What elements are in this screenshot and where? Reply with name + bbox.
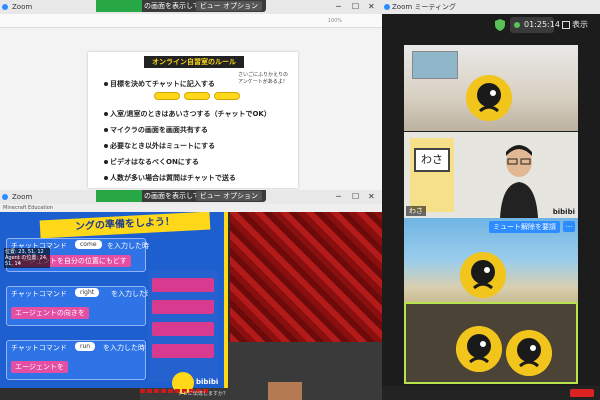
rule-5: ビデオはなるべくONにする [110,158,199,166]
participant-name: わさ [406,206,426,216]
participant-tile[interactable] [404,45,578,131]
agent-position: Agent の位置: 24, 51, 14 [5,255,48,267]
window-title: Zoom [12,193,33,201]
meeting-topbar: 01:25:14 表示 [382,14,600,36]
shield-icon[interactable] [495,19,505,31]
command-card-right: チャットコマンド right を入力した時 エージェントの向きを [6,286,153,326]
card-label: チャットコマンド [11,290,67,298]
maximize-button[interactable]: ☐ [352,190,359,204]
zoom-logo-icon [384,4,390,10]
meeting-timer: 01:25:14 [510,17,560,33]
rule-4: 必要なとき以外はミュートにする [110,142,216,150]
command-chip: run [75,342,96,351]
zoom-share-window-top: Zoom ─ ☐ ✕ の画面を表示しています ビュー オプション 100% オン… [0,0,382,190]
desktop: Zoom ─ ☐ ✕ の画面を表示しています ビュー オプション 100% オン… [0,0,600,400]
player-hand [268,382,302,400]
bullet-icon [104,144,108,148]
close-button[interactable]: ✕ [368,0,375,14]
bullet-icon [104,112,108,116]
brand-text: bibibi [552,208,575,216]
bullet-icon [104,160,108,164]
bullet-icon [104,176,108,180]
screen-share-banner: の画面を表示しています ビュー オプション [96,190,266,202]
code-block [152,278,214,292]
rule-3: マイクラの画面を画面共有する [110,126,208,134]
bibibi-avatar-icon [456,326,502,372]
bullet-icon [104,128,108,132]
rule-6: 人数が多い場合は質問はチャットで送る [110,174,236,182]
survey-note-line-1: さいごにふりかえりの [238,72,289,78]
screen-share-banner: の画面を表示しています ビュー オプション [96,0,266,12]
close-button[interactable]: ✕ [368,190,375,204]
instruction-poster: ングの準備をしよう！ チャットコマンド come を入力した時 エージェントを自… [0,212,228,394]
code-blocks-panel [148,270,218,382]
view-toggle-button[interactable]: 表示 [560,17,598,33]
card-label: チャットコマンド [11,344,67,352]
option-pill [214,92,240,100]
board-text: わさ [414,148,450,172]
command-chip: come [75,240,102,249]
code-block [152,344,214,358]
bibibi-avatar-icon [506,330,552,376]
position-readout: 位置: 23, 51, 12 Agent の位置: 24, 51, 14 [4,248,50,268]
view-options-button[interactable]: ビュー オプション [195,191,262,201]
card-suffix: を入力した時 [111,290,153,298]
zoom-logo-icon [2,194,8,200]
leave-button[interactable] [570,389,594,397]
card-suffix: を入力した時 [103,344,145,352]
poster-title: ングの準備をしよう！ [39,212,211,239]
maximize-button[interactable]: ☐ [352,0,359,14]
ask-to-unmute-button[interactable]: ミュート解除を要請 [489,221,560,233]
zoom-meeting-window: Zoom ミーティング 01:25:14 表示 わさ わさ bibibi ミュー… [382,0,600,400]
code-block [152,322,214,336]
survey-note-line-2: アンケートがあるよ！ [238,79,288,85]
viewer-toolbar: 100% [0,14,382,28]
participant-tile[interactable]: ミュート解除を要請 ... [404,218,578,304]
survey-note: さいごにふりかえりの アンケートがあるよ！ [238,72,288,86]
slide-title: オンライン自習室のルール [144,56,244,68]
presentation-slide: オンライン自習室のルール さいごにふりかえりの アンケートがあるよ！ 目標を決め… [88,52,298,188]
recording-dot-icon [514,22,520,28]
zoom-level[interactable]: 100% [328,14,342,28]
wall-map [412,51,458,79]
rule-1: 目標を決めてチャットに記入する [110,80,215,88]
meeting-controls [382,386,600,400]
more-options-button[interactable]: ... [563,221,575,232]
code-block [152,300,214,314]
view-label: 表示 [572,20,588,29]
card-suffix: を入力した時 [107,242,149,250]
view-options-button[interactable]: ビュー オプション [195,1,262,11]
option-pill [154,92,180,100]
zoom-share-window-bottom: Zoom ─ ☐ ✕ の画面を表示しています ビュー オプション Minecra… [0,190,382,400]
poster-logo-text: bibibi [196,378,219,386]
minimize-button[interactable]: ─ [336,0,341,14]
participant-video [500,145,538,218]
command-chip: right [75,288,100,297]
window-title: Zoom [12,3,33,11]
meeting-title: Zoom ミーティング [392,3,456,11]
app-titlebar: Minecraft Education [0,204,382,212]
sharer-name-redacted [96,0,142,12]
timer-text: 01:25:14 [524,20,560,29]
minimize-button[interactable]: ─ [336,190,341,204]
sharer-name-redacted [96,190,142,202]
grid-icon [562,21,570,29]
meeting-titlebar: Zoom ミーティング [382,0,600,14]
bibibi-avatar-icon [466,75,512,121]
bullet-icon [104,82,108,86]
command-card-run: チャットコマンド run を入力した時 エージェントを [6,340,146,380]
bibibi-avatar-icon [460,252,506,298]
action-block: エージェントを [11,361,68,373]
participant-tile[interactable]: わさ わさ bibibi [404,132,578,218]
zoom-logo-icon [2,4,8,10]
narrator-prompt: ナビに伝達しますか？ [178,391,229,397]
active-speaker-tile[interactable] [404,302,578,384]
rule-2: 入室/退室のときはあいさつする（チャットでOK） [110,110,271,118]
option-pill [184,92,210,100]
action-block: エージェントの向きを [11,307,89,319]
minecraft-viewport[interactable]: ングの準備をしよう！ チャットコマンド come を入力した時 エージェントを自… [0,212,382,400]
